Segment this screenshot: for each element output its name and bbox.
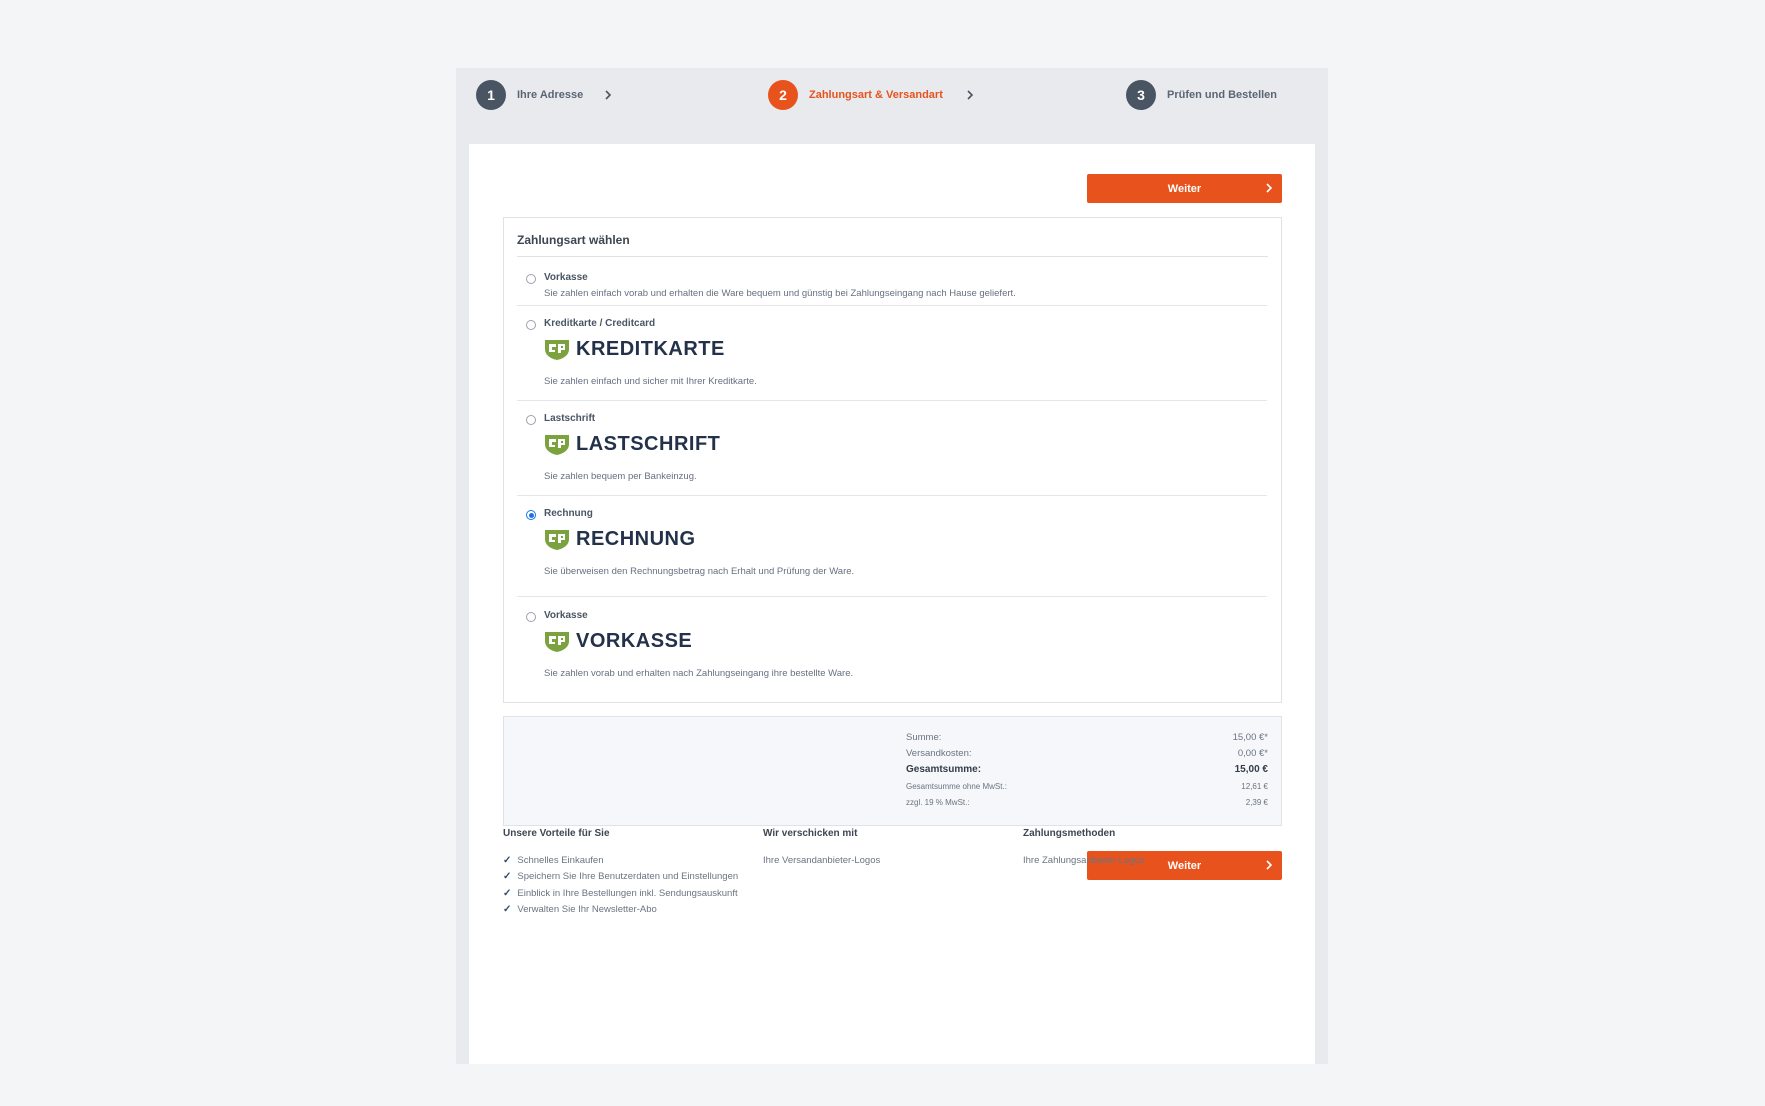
- list-item: ✓ Speichern Sie Ihre Benutzerdaten und E…: [503, 869, 738, 886]
- payment-brand-logo: RECHNUNG: [544, 528, 696, 551]
- payment-option-rechnung[interactable]: Rechnung RECHNUNG Sie überweisen den Rec…: [517, 507, 1267, 597]
- footer-payment-methods: Zahlungsmethoden Ihre Zahlungsanbieter-L…: [1023, 828, 1144, 869]
- payment-option-description: Sie überweisen den Rechnungsbetrag nach …: [544, 566, 855, 577]
- footer-payment-text: Ihre Zahlungsanbieter-Logos: [1023, 854, 1145, 866]
- payment-radio-selected[interactable]: [526, 510, 536, 520]
- payment-radio[interactable]: [526, 612, 536, 622]
- payment-brand-word: RECHNUNG: [576, 528, 696, 550]
- shield-icon: [545, 434, 569, 455]
- footer-advantages-title: Unsere Vorteile für Sie: [503, 828, 610, 839]
- next-button-label: Weiter: [1167, 859, 1202, 872]
- summary-label: Summe:: [906, 732, 942, 743]
- footer-shipping-title: Wir verschicken mit: [763, 828, 858, 839]
- advantage-text: Einblick in Ihre Bestellungen inkl. Send…: [517, 887, 738, 899]
- shield-icon: [545, 529, 569, 550]
- checkmark-icon: ✓: [503, 904, 512, 916]
- payment-option-vorkasse-2[interactable]: Vorkasse VORKASSE Sie zahlen vorab und e…: [517, 609, 1267, 689]
- summary-label: Gesamtsumme ohne MwSt.:: [906, 782, 1007, 791]
- summary-label: Gesamtsumme:: [906, 764, 982, 775]
- summary-row: zzgl. 19 % MwSt.: 2,39 €: [906, 798, 1268, 807]
- advantage-text: Speichern Sie Ihre Benutzerdaten und Ein…: [517, 871, 739, 883]
- advantage-text: Verwalten Sie Ihr Newsletter-Abo: [517, 904, 657, 916]
- list-item: ✓ Verwalten Sie Ihr Newsletter-Abo: [503, 902, 738, 919]
- next-button-label: Weiter: [1167, 182, 1202, 195]
- step-payment-shipping[interactable]: 2 Zahlungsart & Versandart: [768, 80, 943, 110]
- checkmark-icon: ✓: [503, 871, 512, 883]
- divider: [517, 495, 1267, 496]
- payment-radio[interactable]: [526, 274, 536, 284]
- next-button-top[interactable]: Weiter: [1087, 174, 1282, 203]
- shield-icon: [545, 339, 569, 360]
- divider: [517, 256, 1268, 257]
- step-label: Prüfen und Bestellen: [1167, 89, 1278, 101]
- chevron-right-icon: [601, 88, 615, 102]
- summary-value: 12,61 €: [1241, 782, 1268, 791]
- footer-advantages: Unsere Vorteile für Sie ✓ Schnelles Eink…: [503, 828, 738, 918]
- list-item: ✓ Einblick in Ihre Bestellungen inkl. Se…: [503, 885, 738, 902]
- checkmark-icon: ✓: [503, 854, 512, 866]
- payment-option-description: Sie zahlen einfach und sicher mit Ihrer …: [544, 376, 757, 387]
- summary-row: Gesamtsumme ohne MwSt.: 12,61 €: [906, 782, 1268, 791]
- step-number: 2: [768, 80, 798, 110]
- payment-option-lastschrift[interactable]: Lastschrift LASTSCHRIFT Sie zahlen beque…: [517, 412, 1267, 496]
- divider: [517, 400, 1267, 401]
- step-label: Ihre Adresse: [517, 89, 584, 101]
- payment-brand-logo: VORKASSE: [544, 630, 692, 653]
- divider: [517, 305, 1267, 306]
- chevron-right-icon: [963, 88, 977, 102]
- step-review-order[interactable]: 3 Prüfen und Bestellen: [1126, 80, 1277, 110]
- payment-radio[interactable]: [526, 320, 536, 330]
- summary-label: zzgl. 19 % MwSt.:: [906, 798, 970, 807]
- shield-icon: [545, 631, 569, 652]
- payment-option-name: Kreditkarte / Creditcard: [544, 318, 656, 329]
- advantage-text: Schnelles Einkaufen: [517, 854, 604, 866]
- checkout-steps: 1 Ihre Adresse 2 Zahlungsart & Versandar…: [456, 68, 1328, 122]
- payment-method-box: Zahlungsart wählen Vorkasse Sie zahlen e…: [503, 217, 1282, 703]
- payment-title: Zahlungsart wählen: [517, 233, 630, 247]
- step-address[interactable]: 1 Ihre Adresse: [476, 80, 583, 110]
- payment-radio[interactable]: [526, 415, 536, 425]
- summary-value: 2,39 €: [1245, 798, 1268, 807]
- payment-brand-word: VORKASSE: [576, 630, 693, 652]
- payment-option-description: Sie zahlen bequem per Bankeinzug.: [544, 471, 697, 482]
- footer-shipping: Wir verschicken mit Ihre Versandanbieter…: [763, 828, 880, 869]
- footer-shipping-text: Ihre Versandanbieter-Logos: [763, 854, 881, 866]
- divider: [517, 596, 1267, 597]
- summary-value: 0,00 €*: [1237, 748, 1268, 759]
- chevron-right-icon: [1264, 182, 1274, 197]
- checkmark-icon: ✓: [503, 887, 512, 899]
- payment-brand-logo: KREDITKARTE: [544, 338, 725, 361]
- payment-option-description: Sie zahlen einfach vorab und erhalten di…: [544, 288, 1016, 299]
- payment-brand-logo: LASTSCHRIFT: [544, 433, 720, 456]
- order-summary: Summe: 15,00 €* Versandkosten: 0,00 €* G…: [503, 716, 1282, 826]
- payment-option-name: Lastschrift: [544, 413, 596, 424]
- step-number: 3: [1126, 80, 1156, 110]
- payment-option-name: Vorkasse: [544, 610, 588, 621]
- summary-row: Summe: 15,00 €*: [906, 732, 1268, 743]
- step-number: 1: [476, 80, 506, 110]
- summary-label: Versandkosten:: [906, 748, 972, 759]
- footer-payment-title: Zahlungsmethoden: [1023, 828, 1116, 839]
- payment-brand-word: LASTSCHRIFT: [576, 433, 721, 455]
- checkout-card: Weiter Zahlungsart wählen Vorkasse Sie z…: [469, 144, 1315, 1064]
- summary-value: 15,00 €: [1234, 764, 1268, 775]
- step-label: Zahlungsart & Versandart: [809, 89, 943, 101]
- payment-option-vorkasse[interactable]: Vorkasse Sie zahlen einfach vorab und er…: [517, 271, 1267, 306]
- summary-total-row: Gesamtsumme: 15,00 €: [906, 764, 1268, 775]
- payment-option-description: Sie zahlen vorab und erhalten nach Zahlu…: [544, 668, 854, 679]
- payment-option-kreditkarte[interactable]: Kreditkarte / Creditcard KREDITKARTE Sie…: [517, 317, 1267, 401]
- chevron-right-icon: [1264, 859, 1274, 874]
- payment-option-name: Vorkasse: [544, 272, 588, 283]
- list-item: ✓ Schnelles Einkaufen: [503, 852, 738, 869]
- summary-value: 15,00 €*: [1232, 732, 1268, 743]
- summary-row: Versandkosten: 0,00 €*: [906, 748, 1268, 759]
- payment-brand-word: KREDITKARTE: [576, 338, 725, 360]
- payment-option-name: Rechnung: [544, 508, 593, 519]
